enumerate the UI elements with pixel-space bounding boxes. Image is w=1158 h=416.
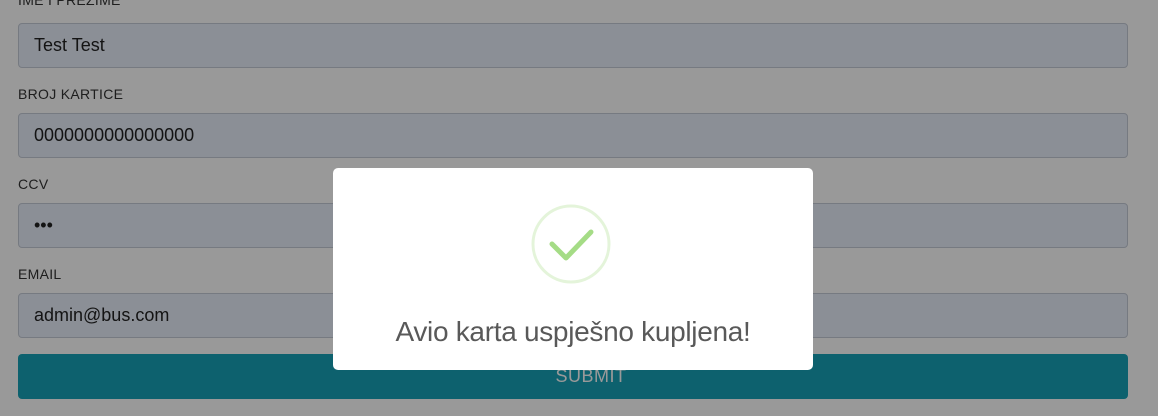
page: IME I PREZIME BROJ KARTICE CCV EMAIL SUB… [0, 0, 1158, 416]
dialog-title: Avio karta uspješno kupljena! [395, 316, 751, 347]
success-check-icon [531, 204, 611, 284]
success-dialog: Avio karta uspješno kupljena! [333, 168, 813, 370]
